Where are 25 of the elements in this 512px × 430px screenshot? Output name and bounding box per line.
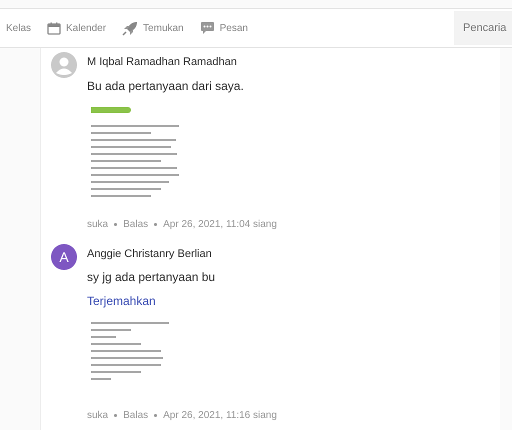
author-name: M Iqbal Ramadhan Ramadhan xyxy=(87,55,238,70)
comment-text: Bu ada pertanyaan dari saya. xyxy=(87,78,245,94)
nav-link[interactable]: Kalender xyxy=(47,20,106,36)
rocket-icon xyxy=(122,20,138,36)
action-link[interactable]: suka xyxy=(87,408,108,423)
dot-separator-icon xyxy=(114,222,118,226)
dot-separator-icon xyxy=(154,222,158,226)
author-name: Anggie Christanry Berlian xyxy=(87,246,213,262)
nav-link[interactable]: Pesan xyxy=(200,20,248,36)
avatar-silhouette-icon xyxy=(51,52,77,78)
nav-link[interactable]: Temukan xyxy=(122,20,184,36)
dot-separator-icon xyxy=(154,414,158,417)
dot-separator-icon xyxy=(114,414,118,417)
nav-link[interactable]: Kelas xyxy=(6,20,32,36)
action-link[interactable]: suka xyxy=(87,216,108,232)
comment-text: sy jg ada pertanyaan bu xyxy=(87,269,216,286)
avatar: A xyxy=(51,244,77,270)
timestamp: Apr 26, 2021, 11:04 siang xyxy=(163,218,277,232)
timestamp: Apr 26, 2021, 11:16 siang xyxy=(163,409,277,423)
chat-icon xyxy=(200,21,215,35)
action-link[interactable]: Balas xyxy=(123,216,148,232)
action-link[interactable]: Balas xyxy=(123,408,148,423)
translate-link[interactable]: Terjemahkan xyxy=(87,292,277,310)
calendar-icon xyxy=(47,22,62,34)
search-field[interactable]: Pencaria xyxy=(454,11,512,45)
